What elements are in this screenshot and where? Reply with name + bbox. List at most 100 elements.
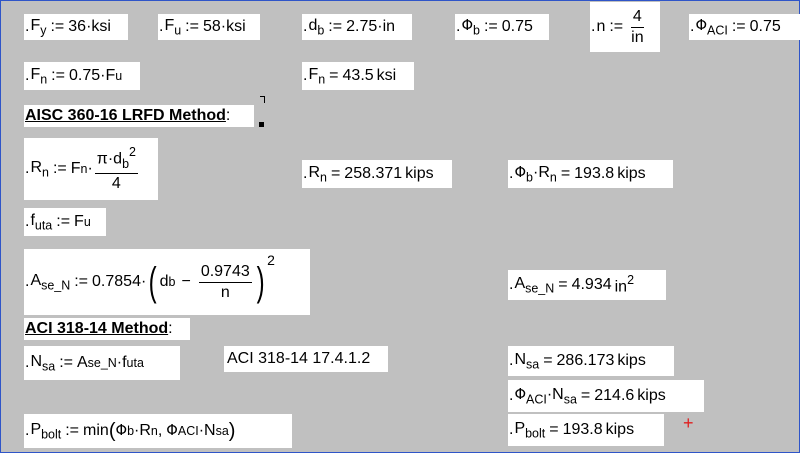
rn-fraction: π·db2 4 (94, 145, 138, 192)
assign-operator: := (56, 213, 71, 230)
fn-result-symbol: Fn (308, 65, 326, 86)
phib-rn-value: 193.8 (574, 165, 615, 182)
aci-heading-text: ACI 318-14 Method (25, 320, 169, 337)
phib-definition[interactable]: . Φb := 0.75 (455, 14, 549, 40)
assign-operator: := (74, 273, 89, 290)
aci-reference-text: ACI 318-14 17.4.1.2 (227, 350, 371, 367)
region-marker: . (25, 18, 30, 35)
fu-symbol: Fu (164, 16, 182, 37)
region-marker: . (591, 18, 596, 35)
equals-operator: = (580, 387, 591, 404)
fy-unit: ksi (91, 18, 111, 35)
assign-operator: := (609, 18, 624, 35)
fu-value: 58 (202, 18, 221, 35)
phib-rn-unit: kips (617, 165, 646, 182)
assign-operator: := (51, 67, 65, 84)
fy-definition[interactable]: . Fy := 36 · ksi (24, 14, 128, 40)
phib-rn-result[interactable]: . Φb·Rn = 193.8 kips (508, 160, 673, 188)
ase-definition[interactable]: . Ase_N := 0.7854 · ( db − 0.9743 n ) 2 (24, 249, 310, 315)
assign-operator: := (731, 18, 746, 35)
phib-symbol: Φb (461, 16, 480, 37)
assign-operator: := (52, 160, 67, 177)
n-definition[interactable]: . n := 4 in (590, 2, 660, 52)
pbolt-result-unit: kips (605, 421, 635, 438)
phiaci-nsa-result[interactable]: . ΦACI·Nsa = 214.6 kips (508, 380, 704, 412)
left-paren: ( (148, 260, 157, 304)
phib-rn-symbol: Φb·Rn (514, 163, 557, 184)
assign-operator: := (328, 18, 343, 35)
phiaci-definition[interactable]: . ΦACI := 0.75 (689, 14, 800, 40)
db-definition[interactable]: . db := 2.75 · in (302, 14, 412, 40)
equals-operator: = (558, 276, 568, 293)
nsa-definition[interactable]: . Nsa := Ase_N · f uta (24, 346, 180, 380)
db-value: 2.75 (346, 18, 378, 35)
nsa-result[interactable]: . Nsa = 286.173 kips (508, 346, 674, 376)
insertion-cursor (259, 122, 264, 127)
pbolt-result-symbol: Pbolt (514, 419, 546, 440)
right-paren: ) (256, 260, 265, 304)
equals-operator: = (330, 165, 341, 182)
fy-symbol: Fy (30, 16, 47, 37)
min-function: min (83, 422, 109, 439)
phiaci-value: 0.75 (749, 18, 781, 35)
crosshair-cursor-icon: + (683, 413, 694, 433)
phib-value: 0.75 (501, 18, 533, 35)
region-marker: . (159, 18, 164, 35)
n-fraction: 4 in (630, 7, 644, 46)
region-marker: . (25, 422, 30, 439)
ase-result[interactable]: . Ase_N = 4.934 in2 (508, 270, 666, 300)
region-marker: . (303, 165, 308, 182)
n-symbol: n (596, 18, 606, 35)
assign-operator: := (50, 18, 65, 35)
fn-result[interactable]: . Fn = 43.5 ksi (302, 62, 414, 90)
rn-result[interactable]: . Rn = 258.371 kips (302, 160, 452, 188)
region-marker: . (509, 421, 514, 438)
phiaci-nsa-unit: kips (637, 387, 666, 404)
ase-result-unit: in2 (614, 273, 635, 296)
region-marker: . (456, 18, 461, 35)
fn-result-value: 43.5 (342, 67, 374, 84)
futa-symbol: futa (30, 211, 53, 232)
aisc-heading-text: AISC 360-16 LRFD Method (25, 107, 226, 124)
region-bracket (260, 96, 265, 103)
equals-operator: = (549, 421, 559, 438)
aci-reference[interactable]: ACI 318-14 17.4.1.2 (224, 346, 388, 372)
ase-result-value: 4.934 (571, 276, 612, 293)
region-marker: . (509, 352, 514, 369)
db-unit: in (382, 18, 396, 35)
rn-result-value: 258.371 (344, 165, 403, 182)
fu-definition[interactable]: . Fu := 58 · ksi (158, 14, 260, 40)
region-marker: . (303, 18, 308, 35)
rn-result-unit: kips (405, 165, 434, 182)
equals-operator: = (543, 352, 553, 369)
phiaci-nsa-value: 214.6 (594, 387, 635, 404)
phiaci-nsa-symbol: ΦACI·Nsa (514, 385, 577, 406)
fu-unit: ksi (226, 18, 246, 35)
nsa-symbol: Nsa (30, 352, 56, 373)
assign-operator: := (59, 354, 73, 371)
aci-heading[interactable]: ACI 318-14 Method: (24, 318, 190, 340)
region-marker: . (25, 213, 30, 230)
region-marker: . (303, 67, 308, 84)
pbolt-result[interactable]: . Pbolt = 193.8 kips (508, 414, 664, 446)
db-symbol: db (308, 16, 325, 37)
rn-result-symbol: Rn (308, 163, 327, 184)
region-marker: . (690, 18, 695, 35)
futa-definition[interactable]: . futa := Fu (24, 208, 106, 236)
region-marker: . (509, 276, 514, 293)
region-marker: . (25, 273, 30, 290)
nsa-result-value: 286.173 (556, 352, 615, 369)
region-marker: . (509, 165, 514, 182)
pbolt-definition[interactable]: . Pbolt := min ( Φb · Rn , Φ ACI · Nsa ) (24, 414, 292, 448)
ase-symbol: Ase_N (30, 271, 71, 292)
pbolt-result-value: 193.8 (562, 421, 603, 438)
region-marker: . (509, 387, 514, 404)
nsa-result-unit: kips (617, 352, 646, 369)
rn-definition[interactable]: . Rn := Fn · π·db2 4 (24, 138, 158, 200)
fn-definition[interactable]: . Fn := 0.75 · Fu (24, 62, 140, 90)
equals-operator: = (329, 67, 339, 84)
aisc-heading[interactable]: AISC 360-16 LRFD Method: (24, 105, 254, 127)
region-marker: . (25, 67, 30, 84)
region-marker: . (25, 354, 30, 371)
fn-symbol: Fn (30, 65, 48, 86)
